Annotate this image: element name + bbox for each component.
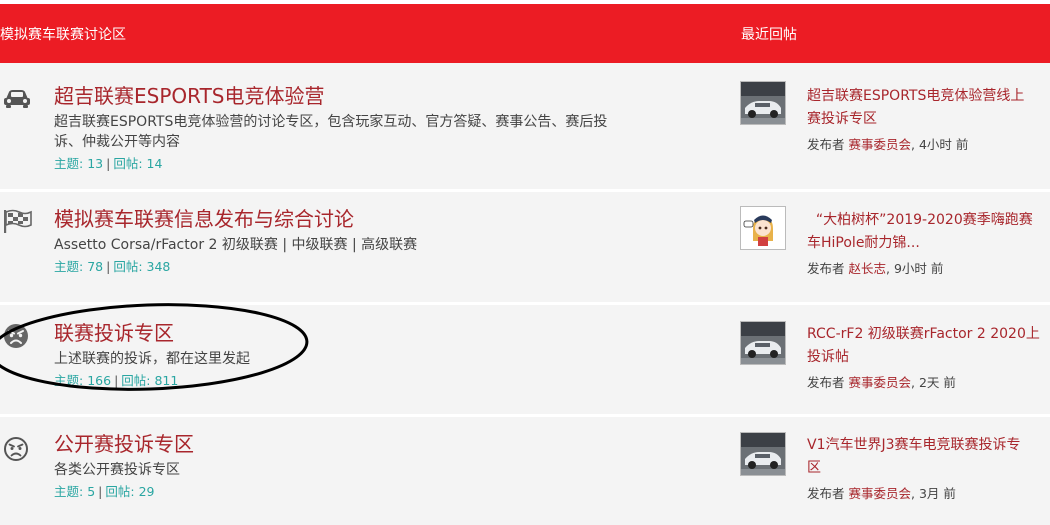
latest-post-author-link[interactable]: 赵长志 [849, 261, 887, 276]
forum-title-link[interactable]: 超吉联赛ESPORTS电竞体验营 [54, 83, 694, 109]
forum-stats: 主题: 166 | 回帖: 811 [54, 373, 179, 388]
posts-label: 回帖: [113, 259, 143, 274]
topics-count: 5 [87, 484, 96, 499]
latest-post-title-link[interactable]: V1汽车世界J3赛车电竞联赛投诉专 区 [807, 434, 1050, 480]
forum-title-link[interactable]: 模拟赛车联赛信息发布与综合讨论 [54, 206, 694, 232]
forum-stats: 主题: 78 | 回帖: 348 [54, 259, 171, 274]
latest-post-time: 4小时 前 [918, 137, 969, 152]
posted-by-label: 发布者 [807, 261, 845, 276]
forum-row: 超吉联赛ESPORTS电竞体验营 超吉联赛ESPORTS电竞体验营的讨论专区，包… [0, 63, 1050, 189]
posted-by-label: 发布者 [807, 375, 845, 390]
latest-post-meta: 发布者 赛事委员会, 4小时 前 [807, 137, 969, 152]
latest-post: 超吉联赛ESPORTS电竞体验营线上 赛投诉专区 发布者 赛事委员会, 4小时 … [807, 85, 1050, 154]
latest-post-title-link[interactable]: “大柏树杯”2019-2020赛季嗨跑赛 车HiPole耐力锦... [807, 209, 1050, 255]
forum-description: 超吉联赛ESPORTS电竞体验营的讨论专区，包含玩家互动、官方答疑、赛事公告、赛… [54, 114, 608, 150]
angry-face-icon [0, 321, 34, 349]
latest-post-title-link[interactable]: 超吉联赛ESPORTS电竞体验营线上 赛投诉专区 [807, 85, 1050, 131]
latest-post-author-link[interactable]: 赛事委员会 [849, 486, 912, 501]
forum-title-link[interactable]: 联赛投诉专区 [54, 320, 694, 346]
forum-stats: 主题: 13 | 回帖: 14 [54, 156, 163, 171]
topics-count: 166 [87, 373, 112, 388]
forum-stats: 主题: 5 | 回帖: 29 [54, 484, 155, 499]
latest-post-meta: 发布者 赛事委员会, 2天 前 [807, 375, 956, 390]
car-icon [0, 83, 34, 111]
topics-label: 主题: [54, 156, 84, 171]
forum-name: 模拟赛车联赛讨论区 [0, 27, 126, 43]
topics-count: 13 [87, 156, 104, 171]
latest-post-time: 2天 前 [918, 375, 956, 390]
topics-label: 主题: [54, 484, 84, 499]
latest-post: RCC-rF2 初级联赛rFactor 2 2020上 投诉帖 发布者 赛事委员… [807, 323, 1050, 392]
latest-post-author-link[interactable]: 赛事委员会 [849, 137, 912, 152]
forum-row: 公开赛投诉专区 各类公开赛投诉专区 主题: 5 | 回帖: 29 V1汽车世界J3赛… [0, 417, 1050, 525]
posts-count: 348 [146, 259, 171, 274]
latest-post-author-link[interactable]: 赛事委员会 [849, 375, 912, 390]
topics-label: 主题: [54, 373, 84, 388]
forum-title-link[interactable]: 公开赛投诉专区 [54, 431, 694, 457]
latest-post-avatar[interactable] [740, 81, 786, 125]
forum-description: 各类公开赛投诉专区 [54, 462, 180, 478]
posted-by-label: 发布者 [807, 486, 845, 501]
forum-description: Assetto Corsa/rFactor 2 初级联赛 | 中级联赛 | 高级… [54, 237, 418, 253]
posts-label: 回帖: [113, 156, 143, 171]
latest-post: V1汽车世界J3赛车电竞联赛投诉专 区 发布者 赛事委员会, 3月 前 [807, 434, 1050, 503]
topics-count: 78 [87, 259, 104, 274]
forum-row: 模拟赛车联赛信息发布与综合讨论 Assetto Corsa/rFactor 2 … [0, 192, 1050, 302]
angry-face-outline-icon [0, 434, 34, 462]
latest-post-meta: 发布者 赛事委员会, 3月 前 [807, 486, 956, 501]
topics-label: 主题: [54, 259, 84, 274]
latest-post-title-link[interactable]: RCC-rF2 初级联赛rFactor 2 2020上 投诉帖 [807, 323, 1050, 369]
latest-post-avatar[interactable] [740, 321, 786, 365]
forum-header: 模拟赛车联赛讨论区 最近回帖 [0, 4, 1050, 63]
forum-description: 上述联赛的投诉，都在这里发起 [54, 351, 250, 367]
posted-by-label: 发布者 [807, 137, 845, 152]
recent-posts-label: 最近回帖 [741, 27, 797, 43]
latest-post: “大柏树杯”2019-2020赛季嗨跑赛 车HiPole耐力锦... 发布者 赵… [807, 209, 1050, 278]
latest-post-avatar[interactable] [740, 206, 786, 250]
checkered-flag-icon [0, 207, 34, 235]
latest-post-time: 3月 前 [918, 486, 956, 501]
posts-count: 29 [138, 484, 155, 499]
posts-label: 回帖: [121, 373, 151, 388]
latest-post-meta: 发布者 赵长志, 9小时 前 [807, 261, 944, 276]
posts-count: 14 [146, 156, 163, 171]
latest-post-avatar[interactable] [740, 432, 786, 476]
posts-label: 回帖: [105, 484, 135, 499]
forum-row: 联赛投诉专区 上述联赛的投诉，都在这里发起 主题: 166 | 回帖: 811 RC… [0, 305, 1050, 414]
latest-post-time: 9小时 前 [893, 261, 944, 276]
posts-count: 811 [154, 373, 179, 388]
